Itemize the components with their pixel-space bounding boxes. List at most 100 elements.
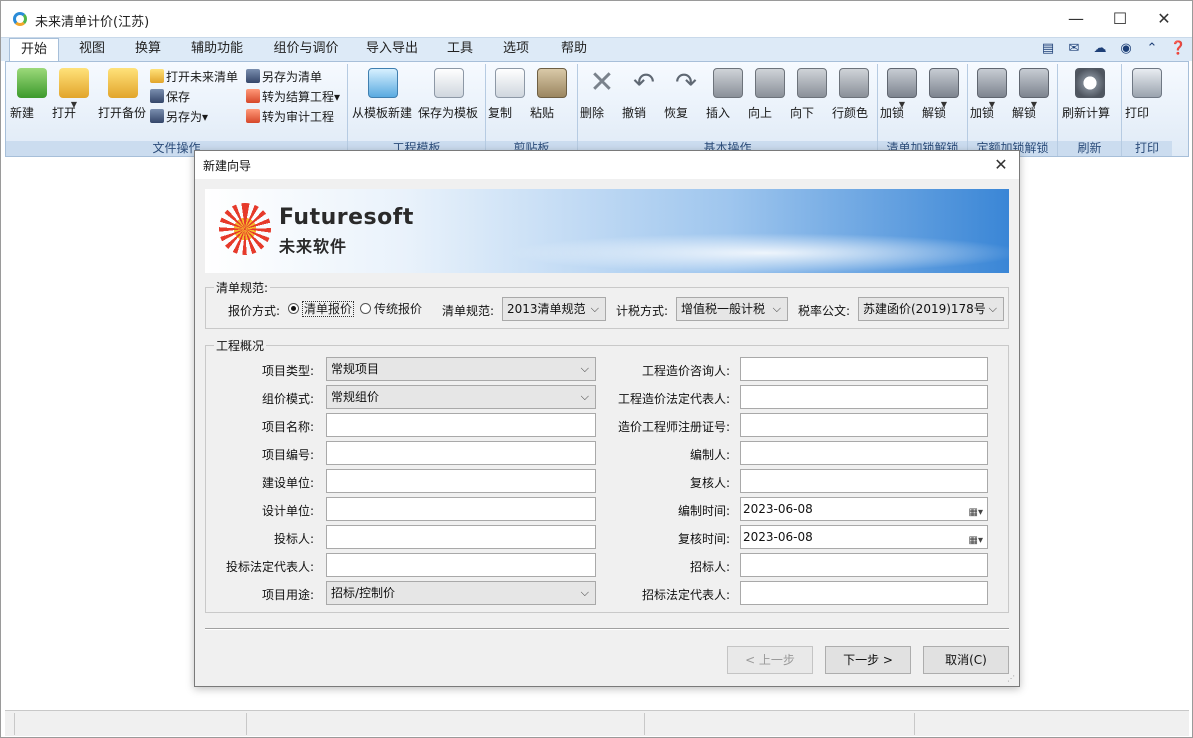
banner-cloud	[505, 233, 1009, 273]
group-refresh: 刷新计算 刷新	[1058, 64, 1122, 156]
redo-icon: ↷	[675, 68, 697, 98]
open-button[interactable]: 打开 ▼	[52, 68, 96, 120]
tab-help[interactable]: 帮助	[551, 38, 597, 62]
cloud-icon[interactable]: ☁	[1092, 41, 1108, 57]
tab-convert[interactable]: 换算	[125, 38, 171, 62]
tab-assist[interactable]: 辅助功能	[181, 38, 253, 62]
save-as-button[interactable]: 另存为▾	[150, 108, 208, 126]
minimize-button[interactable]: —	[1054, 5, 1098, 33]
collapse-icon[interactable]: ⌃	[1144, 41, 1160, 57]
group-quota-lock: 加锁 ▼ 解锁 ▼ 定额加锁解锁	[968, 64, 1058, 156]
paste-button[interactable]: 粘贴	[530, 68, 574, 120]
rate-select[interactable]: 苏建函价(2019)178号 ⌵	[858, 297, 1004, 321]
ribbon-tab-bar: 开始 视图 换算 辅助功能 组价与调价 导入导出 工具 选项 帮助 ▤ ✉ ☁ …	[1, 37, 1192, 62]
save-as-template-button[interactable]: 保存为模板	[418, 68, 480, 120]
next-step-button[interactable]: 下一步 >	[825, 646, 911, 674]
logo-text-cn: 未来软件	[279, 237, 348, 256]
tenderer-input[interactable]	[740, 553, 988, 577]
mail-icon[interactable]: ✉	[1066, 41, 1082, 57]
builder-input[interactable]	[326, 469, 596, 493]
engineer-cert-label: 造价工程师注册证号:	[617, 420, 730, 434]
reviewer-input[interactable]	[740, 469, 988, 493]
tab-pricing[interactable]: 组价与调价	[265, 38, 347, 62]
list-lock-button[interactable]: 加锁 ▼	[880, 68, 924, 120]
to-settlement-button[interactable]: 转为结算工程▾	[246, 88, 340, 106]
dialog-title: 新建向导	[203, 159, 252, 173]
engineer-cert-input[interactable]	[740, 413, 988, 437]
tab-options[interactable]: 选项	[493, 38, 539, 62]
review-date-label: 复核时间:	[677, 532, 730, 546]
radio-traditional-quote[interactable]: 传统报价	[360, 298, 422, 320]
save-button[interactable]: 保存	[150, 88, 190, 106]
move-up-button[interactable]: 向上	[748, 68, 792, 120]
quote-mode-label: 报价方式:	[228, 304, 281, 318]
consultant-input[interactable]	[740, 357, 988, 381]
tab-tools[interactable]: 工具	[437, 38, 483, 62]
help-icon[interactable]: ❓	[1170, 41, 1186, 57]
spec-group: 清单规范: 报价方式: 清单报价 传统报价 清单规范: 2013清单规范 ⌵ 计税…	[205, 279, 1009, 329]
open-backup-button[interactable]: 打开备份	[98, 68, 148, 120]
tab-view[interactable]: 视图	[69, 38, 115, 62]
pricing-mode-select[interactable]: 常规组价 ⌵	[326, 385, 596, 409]
status-cell	[15, 713, 247, 735]
designer-input[interactable]	[326, 497, 596, 521]
printer-icon[interactable]: ▤	[1040, 41, 1056, 57]
print-button[interactable]: 打印	[1125, 68, 1169, 120]
audit-icon	[246, 109, 260, 123]
chevron-down-icon: ⌵	[988, 302, 997, 315]
move-down-button[interactable]: 向下	[790, 68, 834, 120]
spec-select[interactable]: 2013清单规范 ⌵	[502, 297, 606, 321]
tab-start[interactable]: 开始	[9, 38, 59, 62]
project-use-select[interactable]: 招标/控制价 ⌵	[326, 581, 596, 605]
new-button[interactable]: 新建	[10, 68, 54, 120]
open-future-list-button[interactable]: 打开未来清单	[150, 68, 238, 86]
group-print: 打印 打印	[1122, 64, 1172, 156]
compile-date-input[interactable]: 2023-06-08 ▦▾	[740, 497, 988, 521]
tab-import-export[interactable]: 导入导出	[357, 38, 427, 62]
delete-icon: ✕	[589, 65, 615, 100]
tax-select[interactable]: 增值税一般计税 ⌵	[676, 297, 788, 321]
to-audit-button[interactable]: 转为审计工程	[246, 108, 334, 126]
radio-list-quote[interactable]: 清单报价	[288, 298, 355, 320]
quota-lock-button[interactable]: 加锁 ▼	[970, 68, 1014, 120]
chevron-down-icon: ⌵	[580, 362, 589, 375]
window-title: 未来清单计价(江苏)	[35, 15, 150, 30]
list-unlock-button[interactable]: 解锁 ▼	[922, 68, 966, 120]
calendar-icon[interactable]: ▦▾	[961, 530, 983, 546]
row-color-button[interactable]: 行颜色	[832, 68, 876, 120]
new-file-icon	[17, 68, 47, 98]
bidder-rep-input[interactable]	[326, 553, 596, 577]
move-up-icon	[755, 68, 785, 98]
close-button[interactable]: ✕	[1142, 5, 1186, 33]
recalculate-button[interactable]: 刷新计算	[1062, 68, 1118, 120]
undo-button[interactable]: ↶ 撤销	[622, 68, 666, 120]
prev-step-button[interactable]: < 上一步	[727, 646, 813, 674]
quota-unlock-button[interactable]: 解锁 ▼	[1012, 68, 1056, 120]
project-name-input[interactable]	[326, 413, 596, 437]
bidder-input[interactable]	[326, 525, 596, 549]
project-type-select[interactable]: 常规项目 ⌵	[326, 357, 596, 381]
tenderer-rep-input[interactable]	[740, 581, 988, 605]
redo-button[interactable]: ↷ 恢复	[664, 68, 708, 120]
dialog-close-button[interactable]: ✕	[989, 153, 1013, 177]
calendar-icon[interactable]: ▦▾	[961, 502, 983, 518]
rate-label: 税率公文:	[798, 304, 851, 318]
compiler-input[interactable]	[740, 441, 988, 465]
copy-button[interactable]: 复制	[488, 68, 532, 120]
convert-icon	[246, 89, 260, 103]
project-name-label: 项目名称:	[261, 420, 314, 434]
open-folder-icon	[59, 68, 89, 98]
tenderer-rep-label: 招标法定代表人:	[641, 588, 730, 602]
group-template: 从模板新建 保存为模板 工程模板	[348, 64, 486, 156]
user-icon[interactable]: ◉	[1118, 41, 1134, 57]
resize-grip-icon[interactable]: ⋰	[1007, 674, 1017, 684]
cancel-button[interactable]: 取消(C)	[923, 646, 1009, 674]
maximize-button[interactable]: ☐	[1098, 5, 1142, 33]
save-as-list-button[interactable]: 另存为清单	[246, 68, 322, 86]
consultant-rep-input[interactable]	[740, 385, 988, 409]
review-date-input[interactable]: 2023-06-08 ▦▾	[740, 525, 988, 549]
from-template-button[interactable]: 从模板新建	[352, 68, 414, 120]
project-code-input[interactable]	[326, 441, 596, 465]
insert-button[interactable]: 插入	[706, 68, 750, 120]
delete-button[interactable]: ✕ 删除	[580, 65, 624, 121]
